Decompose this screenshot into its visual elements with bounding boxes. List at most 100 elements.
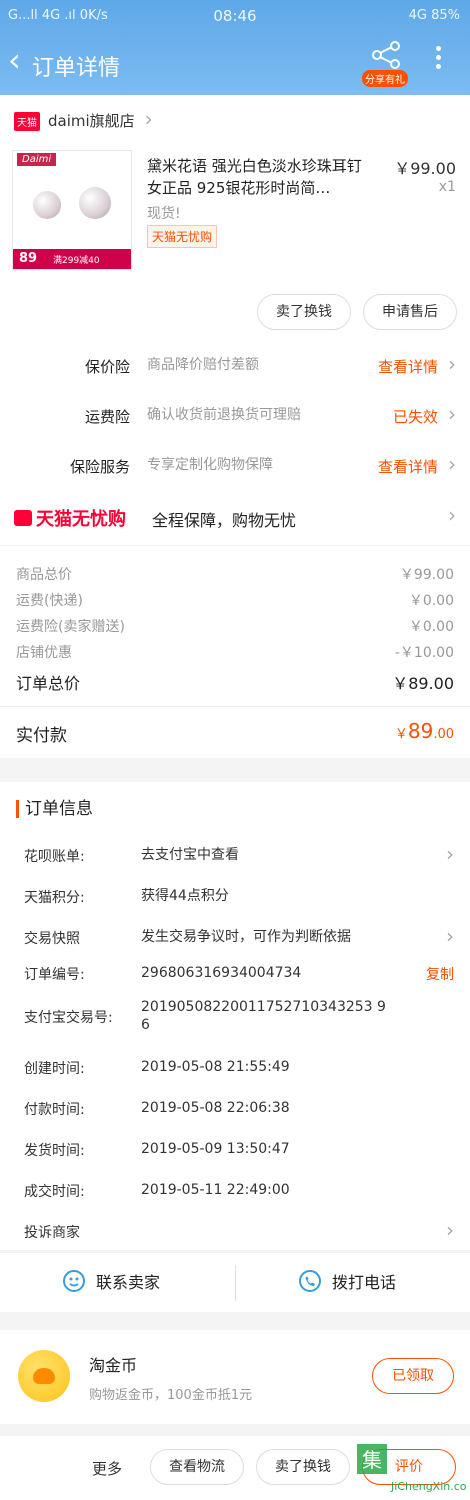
phone-icon bbox=[299, 1270, 321, 1292]
fee-key: 运费险(卖家赠送) bbox=[16, 619, 125, 635]
insurance-desc: 专享定制化购物保障 bbox=[147, 457, 273, 473]
paid-label: 实付款 bbox=[16, 726, 67, 746]
chevron-right-icon: › bbox=[144, 107, 153, 131]
fee-value: ￥99.00 bbox=[399, 567, 454, 583]
info-row-snapshot[interactable]: 交易快照 发生交易争议时，可作为判断依据 › bbox=[0, 920, 470, 956]
chevron-right-icon: › bbox=[448, 503, 456, 527]
insurance-desc: 商品降价赔付差额 bbox=[147, 357, 259, 373]
paid-value: ￥89.00 bbox=[394, 719, 454, 743]
fee-value: ￥0.00 bbox=[408, 619, 454, 635]
insurance-action[interactable]: 查看详情 bbox=[378, 456, 438, 477]
insurance-action[interactable]: 已失效 bbox=[393, 406, 438, 427]
copy-button[interactable]: 复制 bbox=[426, 964, 454, 984]
worry-free-tag: 天猫无忧购 bbox=[147, 225, 218, 248]
insurance-row[interactable]: 运费险 确认收货前退换货可理赔 已失效 › bbox=[0, 398, 470, 438]
info-row-alipay-no: 支付宝交易号: 20190508220011752710343253 96 bbox=[24, 999, 386, 1033]
product-price: ￥99.00 bbox=[394, 159, 456, 178]
order-total-value: ￥89.00 bbox=[392, 674, 454, 693]
fee-row: 店铺优惠 -￥10.00 bbox=[0, 638, 470, 664]
fee-key: 运费(快递) bbox=[16, 593, 83, 609]
product-title[interactable]: 黛米花语 强光白色淡水珍珠耳钉 女正品 925银花形时尚简… bbox=[147, 155, 379, 199]
fee-key: 商品总价 bbox=[16, 567, 72, 583]
evaluate-button[interactable]: 评价 bbox=[362, 1449, 456, 1485]
info-row-created: 创建时间: 2019-05-08 21:55:49 bbox=[24, 1059, 290, 1077]
more-button[interactable]: 更多 bbox=[92, 1458, 122, 1479]
coin-desc: 购物返金币，100金币抵1元 bbox=[89, 1388, 253, 1403]
info-row-completed: 成交时间: 2019-05-11 22:49:00 bbox=[24, 1182, 290, 1200]
thumb-promo: 满299减40 bbox=[53, 256, 100, 266]
chevron-right-icon: › bbox=[446, 1218, 454, 1242]
coin-claimed-button[interactable]: 已领取 bbox=[372, 1358, 454, 1394]
taojinbi-section: 淘金币 购物返金币，100金币抵1元 已领取 bbox=[0, 1330, 470, 1424]
insurance-key: 运费险 bbox=[84, 408, 130, 426]
share-icon bbox=[372, 41, 400, 69]
product-section: 天猫 daimi旗舰店 › Daimi 89 满299减40 黛米花语 强光白色淡水… bbox=[0, 95, 470, 545]
status-right: 4G 85% bbox=[408, 8, 460, 23]
insurance-action[interactable]: 查看详情 bbox=[378, 356, 438, 377]
chevron-right-icon: › bbox=[448, 352, 456, 376]
insurance-key: 保价险 bbox=[84, 358, 130, 376]
fee-value: ￥0.00 bbox=[408, 593, 454, 609]
view-logistics-button[interactable]: 查看物流 bbox=[150, 1449, 244, 1485]
fee-row: 运费险(卖家赠送) ￥0.00 bbox=[0, 612, 470, 638]
contact-seller-button[interactable]: 联系卖家 bbox=[62, 1269, 160, 1293]
share-button[interactable]: 分享有礼 bbox=[358, 40, 414, 88]
price-breakdown: 商品总价 ￥99.00 运费(快递) ￥0.00 运费险(卖家赠送) ￥0.00… bbox=[0, 546, 470, 758]
nav-bar: ‹ 订单详情 分享有礼 bbox=[0, 38, 470, 90]
tmall-cart-icon bbox=[14, 510, 32, 526]
more-icon[interactable] bbox=[428, 42, 448, 78]
info-row-order-no: 订单编号: 296806316934004734 复制 bbox=[24, 964, 454, 984]
worry-free-banner[interactable]: 天猫无忧购 全程保障，购物无忧 › bbox=[0, 497, 470, 537]
sell-button[interactable]: 卖了换钱 bbox=[256, 1449, 350, 1485]
bottom-action-bar: 更多 查看物流 卖了换钱 评价 bbox=[0, 1436, 470, 1500]
tmall-worry-free-logo: 天猫无忧购 bbox=[14, 505, 126, 531]
chevron-right-icon: › bbox=[446, 842, 454, 866]
header: G...ll 4G .ıl 0K/s 08:46 4G 85% ‹ 订单详情 分… bbox=[0, 0, 470, 95]
fee-key: 店铺优惠 bbox=[16, 645, 72, 661]
thumb-brand: Daimi bbox=[17, 153, 57, 166]
chevron-right-icon: › bbox=[446, 924, 454, 948]
tmall-badge: 天猫 bbox=[14, 112, 40, 131]
pearl-image bbox=[33, 191, 61, 219]
order-info-heading: 订单信息 bbox=[16, 800, 93, 818]
stock-status: 现货! bbox=[147, 206, 181, 222]
info-row-shipped: 发货时间: 2019-05-09 13:50:47 bbox=[24, 1141, 290, 1159]
status-bar: G...ll 4G .ıl 0K/s 08:46 4G 85% bbox=[0, 0, 470, 32]
page-title: 订单详情 bbox=[32, 56, 121, 81]
divider bbox=[235, 1265, 236, 1301]
status-time: 08:46 bbox=[213, 7, 257, 25]
back-icon[interactable]: ‹ bbox=[8, 44, 32, 76]
order-info-section: 订单信息 花呗账单: 去支付宝中查看 › 天猫积分: 获得44点积分 交易快照 … bbox=[0, 782, 470, 1250]
contact-bar: 联系卖家 拨打电话 bbox=[0, 1252, 470, 1312]
coin-title: 淘金币 bbox=[89, 1356, 138, 1375]
fee-row: 运费(快递) ￥0.00 bbox=[0, 586, 470, 612]
info-row-points: 天猫积分: 获得44点积分 bbox=[24, 888, 229, 906]
fee-row: 商品总价 ￥99.00 bbox=[0, 560, 470, 586]
insurance-desc: 确认收货前退换货可理赔 bbox=[147, 407, 301, 423]
coin-icon bbox=[18, 1350, 70, 1402]
chat-face-icon bbox=[63, 1270, 85, 1292]
order-total-row: 订单总价 ￥89.00 bbox=[0, 666, 470, 693]
order-total-label: 订单总价 bbox=[16, 674, 81, 693]
paid-amount-row: 实付款 ￥89.00 bbox=[0, 706, 470, 758]
product-quantity: x1 bbox=[438, 179, 456, 195]
product-thumbnail[interactable]: Daimi 89 满299减40 bbox=[12, 150, 132, 270]
chevron-right-icon: › bbox=[448, 402, 456, 426]
info-row-huabei[interactable]: 花呗账单: 去支付宝中查看 › bbox=[0, 838, 470, 874]
call-phone-button[interactable]: 拨打电话 bbox=[298, 1269, 396, 1293]
insurance-row[interactable]: 保价险 商品降价赔付差额 查看详情 › bbox=[0, 348, 470, 388]
info-row-paid-time: 付款时间: 2019-05-08 22:06:38 bbox=[24, 1100, 290, 1118]
thumb-price: 89 bbox=[19, 251, 38, 266]
insurance-row[interactable]: 保险服务 专享定制化购物保障 查看详情 › bbox=[0, 448, 470, 488]
after-sale-button[interactable]: 申请售后 bbox=[363, 294, 457, 330]
sell-button[interactable]: 卖了换钱 bbox=[257, 294, 351, 330]
share-label: 分享有礼 bbox=[362, 70, 408, 87]
store-name: daimi旗舰店 bbox=[48, 112, 135, 130]
chevron-right-icon: › bbox=[448, 452, 456, 476]
pearl-image bbox=[79, 187, 111, 219]
store-link[interactable]: 天猫 daimi旗舰店 › bbox=[14, 107, 153, 131]
complaint-row[interactable]: 投诉商家 › bbox=[0, 1214, 470, 1250]
fee-value: -￥10.00 bbox=[394, 645, 454, 661]
worry-free-text: 全程保障，购物无忧 bbox=[152, 511, 297, 530]
thumb-promo-strip: 89 满299减40 bbox=[13, 249, 131, 269]
